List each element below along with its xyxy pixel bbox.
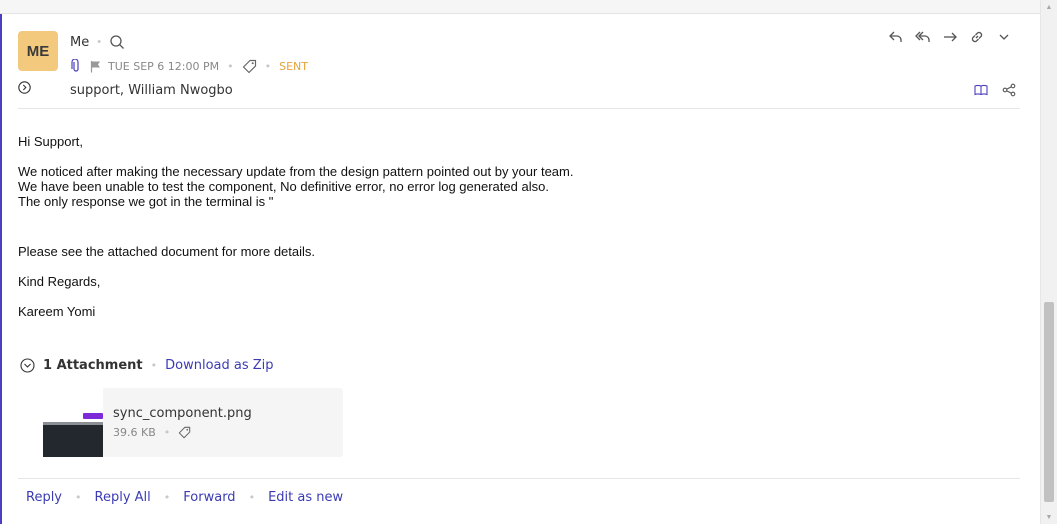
edit-as-new-button[interactable]: Edit as new [268,490,343,505]
forward-button[interactable]: Forward [183,490,235,505]
separator-dot: • [264,59,272,73]
footer-divider [18,478,1020,479]
attachment-count: 1 Attachment [43,358,143,373]
scroll-down-arrow-icon[interactable]: ▼ [1041,510,1057,524]
search-icon[interactable] [109,34,125,50]
reply-all-button[interactable]: Reply All [95,490,151,505]
body-line: Please see the attached document for mor… [18,244,316,259]
reply-button[interactable]: Reply [26,490,62,505]
message-actions [887,28,1012,45]
sent-status-badge: SENT [279,59,308,73]
body-line: We have been unable to test the componen… [18,179,549,194]
body-line: We noticed after making the necessary up… [18,164,574,179]
thumbnail-highlight [83,413,103,419]
header-divider [18,108,1020,109]
attachment-card[interactable]: sync_component.png 39.6 KB • [43,388,343,457]
paperclip-icon [70,59,82,73]
recipient-item[interactable]: William Nwogbo [128,83,233,98]
avatar[interactable]: ME [18,31,58,71]
body-greeting: Hi Support, [18,134,84,149]
book-icon[interactable] [974,83,988,97]
body-line: The only response we got in the terminal… [18,194,274,209]
top-bar [0,0,1040,14]
recipients: support, William Nwogbo [70,83,233,98]
attachment-file-size: 39.6 KB [113,426,156,439]
separator-dot: • [163,491,171,504]
message-date: TUE SEP 6 12:00 PM [108,59,220,73]
attachment-file-name[interactable]: sync_component.png [113,406,252,421]
footer-actions: Reply • Reply All • Forward • Edit as ne… [26,490,343,505]
attachment-file-meta: 39.6 KB • [113,426,191,439]
tag-icon[interactable] [178,426,191,439]
message-meta: TUE SEP 6 12:00 PM • • SENT [70,58,308,74]
download-zip-link[interactable]: Download as Zip [165,358,273,373]
attachments-header: 1 Attachment • Download as Zip [20,358,274,373]
separator-dot: • [248,491,256,504]
reply-all-icon[interactable] [914,28,931,45]
separator-dot: • [150,359,158,372]
collapse-circle-icon[interactable] [20,358,35,373]
chevron-down-icon[interactable] [995,28,1012,45]
separator-dot: • [75,491,82,504]
body-closing: Kind Regards, [18,274,101,289]
reply-icon[interactable] [887,28,904,45]
recipient-item[interactable]: support [70,83,120,98]
share-icon[interactable] [1002,83,1016,97]
recipient-separator: , [119,83,129,98]
forward-icon[interactable] [941,28,958,45]
sender-name[interactable]: Me [70,35,89,50]
message-body: Hi Support, We noticed after making the … [18,134,573,319]
scroll-up-arrow-icon[interactable]: ▲ [1041,0,1057,14]
expand-circle-icon[interactable] [18,81,31,94]
link-icon[interactable] [968,28,985,45]
flag-icon[interactable] [90,60,101,73]
scrollbar-thumb[interactable] [1044,302,1054,502]
secondary-actions [974,83,1016,97]
tag-icon[interactable] [242,59,257,74]
thumbnail-dark-region [43,425,103,457]
selected-message-accent [0,14,2,524]
sender-row: Me • [70,33,125,51]
vertical-scrollbar[interactable]: ▲ ▼ [1040,0,1057,524]
separator-dot: • [97,36,102,48]
separator-dot: • [163,426,171,439]
separator-dot: • [227,59,234,73]
body-signature: Kareem Yomi [18,304,96,319]
attachment-thumbnail[interactable] [43,388,103,457]
